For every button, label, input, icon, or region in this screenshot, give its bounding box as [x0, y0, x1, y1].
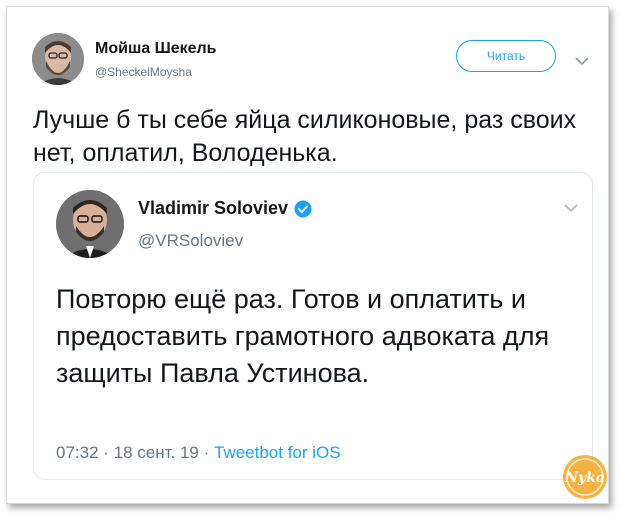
author-avatar[interactable] — [32, 33, 84, 85]
quoted-author-handle[interactable]: @VRSoloviev — [138, 231, 243, 251]
watermark-logo: Nyka — [561, 453, 608, 501]
tweet-time[interactable]: 07:32 — [56, 443, 99, 462]
tweet-source-link[interactable]: Tweetbot for iOS — [214, 443, 341, 462]
meta-separator: · — [98, 443, 114, 462]
author-handle[interactable]: @SheckelMoysha — [95, 65, 192, 79]
author-name[interactable]: Мойша Шекель — [95, 40, 217, 58]
chevron-down-icon[interactable] — [564, 204, 578, 213]
quoted-author-name[interactable]: Vladimir Soloviev — [138, 198, 288, 219]
watermark-text: Nyka — [564, 470, 605, 486]
verified-badge-icon — [294, 200, 312, 218]
quoted-tweet[interactable]: Vladimir Soloviev @VRSoloviev Повторю ещ… — [33, 172, 593, 480]
tweet-meta: 07:32 · 18 сент. 19 · Tweetbot for iOS — [56, 443, 341, 463]
tweet-date[interactable]: 18 сент. 19 — [114, 443, 199, 462]
quoted-author-name-row[interactable]: Vladimir Soloviev — [138, 198, 312, 219]
follow-button[interactable]: Читать — [456, 40, 556, 72]
tweet-card: Мойша Шекель @SheckelMoysha Читать Лучше… — [6, 6, 609, 504]
chevron-down-icon[interactable] — [575, 57, 589, 66]
quoted-author-avatar[interactable] — [56, 190, 124, 258]
meta-separator: · — [198, 443, 214, 462]
tweet-text: Лучше б ты себе яйца силиконовые, раз св… — [33, 106, 577, 167]
quoted-tweet-text: Повторю ещё раз. Готов и оплатить и пред… — [56, 284, 550, 388]
